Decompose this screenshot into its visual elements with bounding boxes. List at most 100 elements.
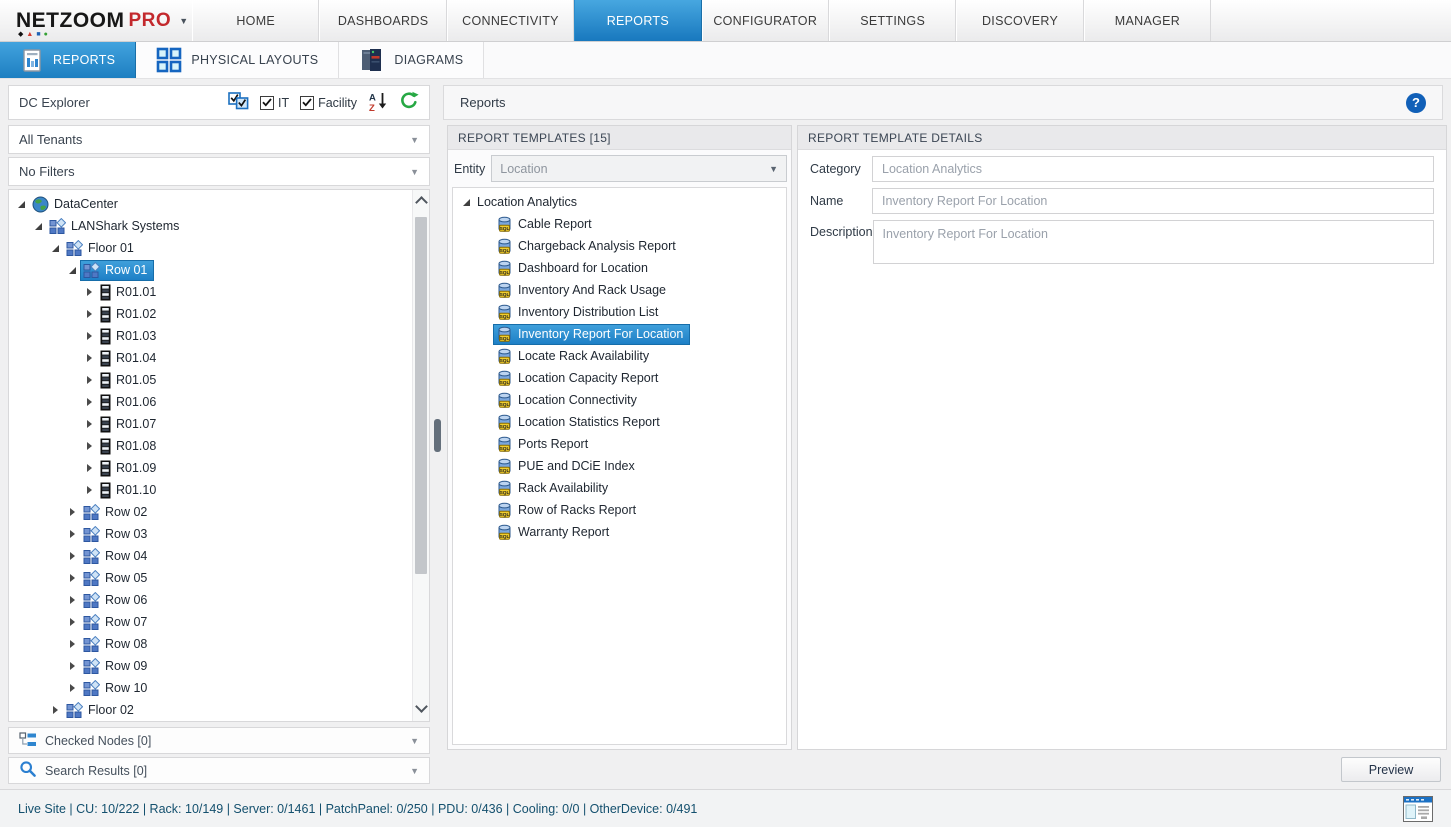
- tree-node-row-07[interactable]: Row 07: [9, 611, 429, 633]
- template-item-locate-rack-availability[interactable]: SQL Locate Rack Availability: [453, 345, 786, 367]
- collapsed-arrow-icon[interactable]: [65, 662, 80, 670]
- collapsed-arrow-icon[interactable]: [82, 442, 97, 450]
- facility-checkbox-group[interactable]: Facility: [300, 95, 357, 110]
- top-nav-tab-home[interactable]: HOME: [192, 0, 320, 41]
- collapsed-arrow-icon[interactable]: [65, 552, 80, 560]
- filters-dropdown[interactable]: No Filters ▼: [8, 157, 430, 186]
- mini-window-icon[interactable]: [1403, 795, 1433, 822]
- collapsed-arrow-icon[interactable]: [82, 420, 97, 428]
- refresh-icon[interactable]: [399, 91, 419, 114]
- expanded-arrow-icon[interactable]: [31, 222, 46, 230]
- it-checkbox-group[interactable]: IT: [259, 95, 289, 110]
- scrollbar-thumb[interactable]: [415, 217, 427, 574]
- template-item-inventory-and-rack-usage[interactable]: SQL Inventory And Rack Usage: [453, 279, 786, 301]
- tree-node-lanshark-systems[interactable]: LANShark Systems: [9, 215, 429, 237]
- name-field[interactable]: Inventory Report For Location: [872, 188, 1434, 214]
- tree-node-row-08[interactable]: Row 08: [9, 633, 429, 655]
- tree-node-r01-03[interactable]: R01.03: [9, 325, 429, 347]
- preview-button[interactable]: Preview: [1341, 757, 1441, 782]
- facility-checkbox[interactable]: [300, 95, 315, 110]
- entity-select[interactable]: Location ▼: [491, 155, 787, 182]
- template-item-row-of-racks-report[interactable]: SQL Row of Racks Report: [453, 499, 786, 521]
- category-field[interactable]: Location Analytics: [872, 156, 1434, 182]
- collapsed-arrow-icon[interactable]: [48, 706, 63, 714]
- collapsed-arrow-icon[interactable]: [65, 508, 80, 516]
- collapsed-arrow-icon[interactable]: [65, 640, 80, 648]
- tree-node-row-01[interactable]: Row 01: [9, 259, 429, 281]
- collapsed-arrow-icon[interactable]: [82, 288, 97, 296]
- tree-node-r01-01[interactable]: R01.01: [9, 281, 429, 303]
- template-item-warranty-report[interactable]: SQL Warranty Report: [453, 521, 786, 543]
- tree-node-r01-02[interactable]: R01.02: [9, 303, 429, 325]
- sub-nav-tab-physical-layouts[interactable]: PHYSICAL LAYOUTS: [136, 42, 340, 78]
- template-item-location-connectivity[interactable]: SQL Location Connectivity: [453, 389, 786, 411]
- tree-scrollbar[interactable]: [412, 190, 429, 721]
- template-item-rack-availability[interactable]: SQL Rack Availability: [453, 477, 786, 499]
- top-nav-tab-reports[interactable]: REPORTS: [574, 0, 702, 41]
- collapsed-arrow-icon[interactable]: [82, 486, 97, 494]
- expanded-arrow-icon[interactable]: [65, 266, 80, 274]
- tenants-dropdown[interactable]: All Tenants ▼: [8, 125, 430, 154]
- tree-node-row-10[interactable]: Row 10: [9, 677, 429, 699]
- collapsed-arrow-icon[interactable]: [82, 354, 97, 362]
- collapsed-arrow-icon[interactable]: [82, 332, 97, 340]
- scroll-up-icon[interactable]: [414, 196, 428, 209]
- tree-node-row-09[interactable]: Row 09: [9, 655, 429, 677]
- tree-node-r01-07[interactable]: R01.07: [9, 413, 429, 435]
- tree-node-row-04[interactable]: Row 04: [9, 545, 429, 567]
- scroll-down-icon[interactable]: [415, 700, 428, 713]
- tree-node-floor-01[interactable]: Floor 01: [9, 237, 429, 259]
- collapsed-arrow-icon[interactable]: [65, 530, 80, 538]
- collapsed-arrow-icon[interactable]: [65, 618, 80, 626]
- template-item-inventory-distribution-list[interactable]: SQL Inventory Distribution List: [453, 301, 786, 323]
- search-results-dropdown[interactable]: Search Results [0] ▼: [8, 757, 430, 784]
- panel-splitter-handle[interactable]: [434, 419, 441, 452]
- sort-az-icon[interactable]: AZ: [368, 91, 388, 115]
- collapsed-arrow-icon[interactable]: [82, 376, 97, 384]
- description-field[interactable]: Inventory Report For Location: [872, 220, 1434, 264]
- tree-node-row-06[interactable]: Row 06: [9, 589, 429, 611]
- netzoom-logo[interactable]: NETZOOM PRO ▼ ◆ ▲ ■ ●: [0, 0, 192, 41]
- template-item-cable-report[interactable]: SQL Cable Report: [453, 213, 786, 235]
- template-item-ports-report[interactable]: SQL Ports Report: [453, 433, 786, 455]
- expanded-arrow-icon[interactable]: [14, 200, 29, 208]
- collapsed-arrow-icon[interactable]: [65, 684, 80, 692]
- template-item-dashboard-for-location[interactable]: SQL Dashboard for Location: [453, 257, 786, 279]
- tree-node-r01-04[interactable]: R01.04: [9, 347, 429, 369]
- template-item-inventory-report-for-location[interactable]: SQL Inventory Report For Location: [453, 323, 786, 345]
- logo-caret-down-icon[interactable]: ▼: [179, 16, 188, 26]
- template-item-location-capacity-report[interactable]: SQL Location Capacity Report: [453, 367, 786, 389]
- collapsed-arrow-icon[interactable]: [65, 574, 80, 582]
- template-item-chargeback-analysis-report[interactable]: SQL Chargeback Analysis Report: [453, 235, 786, 257]
- top-nav-tab-dashboards[interactable]: DASHBOARDS: [319, 0, 447, 41]
- collapsed-arrow-icon[interactable]: [82, 398, 97, 406]
- top-nav-tab-configurator[interactable]: CONFIGURATOR: [701, 0, 829, 41]
- tree-node-r01-08[interactable]: R01.08: [9, 435, 429, 457]
- template-item-location-statistics-report[interactable]: SQL Location Statistics Report: [453, 411, 786, 433]
- tree-node-r01-10[interactable]: R01.10: [9, 479, 429, 501]
- template-item-pue-and-dcie-index[interactable]: SQL PUE and DCiE Index: [453, 455, 786, 477]
- checked-nodes-dropdown[interactable]: Checked Nodes [0] ▼: [8, 727, 430, 754]
- top-nav-tab-discovery[interactable]: DISCOVERY: [956, 0, 1084, 41]
- tree-node-r01-05[interactable]: R01.05: [9, 369, 429, 391]
- tree-node-r01-09[interactable]: R01.09: [9, 457, 429, 479]
- template-category-location-analytics[interactable]: Location Analytics: [453, 191, 786, 213]
- multi-checkbox-icon[interactable]: [228, 92, 249, 113]
- top-nav-tab-settings[interactable]: SETTINGS: [828, 0, 957, 41]
- tree-node-r01-06[interactable]: R01.06: [9, 391, 429, 413]
- collapsed-arrow-icon[interactable]: [82, 464, 97, 472]
- top-nav-tab-manager[interactable]: MANAGER: [1083, 0, 1212, 41]
- tree-node-row-03[interactable]: Row 03: [9, 523, 429, 545]
- collapsed-arrow-icon[interactable]: [65, 596, 80, 604]
- help-icon[interactable]: ?: [1406, 92, 1426, 113]
- top-nav-tab-connectivity[interactable]: CONNECTIVITY: [446, 0, 575, 41]
- tree-node-row-05[interactable]: Row 05: [9, 567, 429, 589]
- tree-node-floor-02[interactable]: Floor 02: [9, 699, 429, 721]
- sub-nav-tab-diagrams[interactable]: DIAGRAMS: [339, 42, 485, 78]
- tree-node-row-02[interactable]: Row 02: [9, 501, 429, 523]
- it-checkbox[interactable]: [259, 95, 274, 110]
- collapsed-arrow-icon[interactable]: [82, 310, 97, 318]
- expanded-arrow-icon[interactable]: [48, 244, 63, 252]
- expanded-arrow-icon[interactable]: [459, 198, 474, 206]
- tree-node-datacenter[interactable]: DataCenter: [9, 193, 429, 215]
